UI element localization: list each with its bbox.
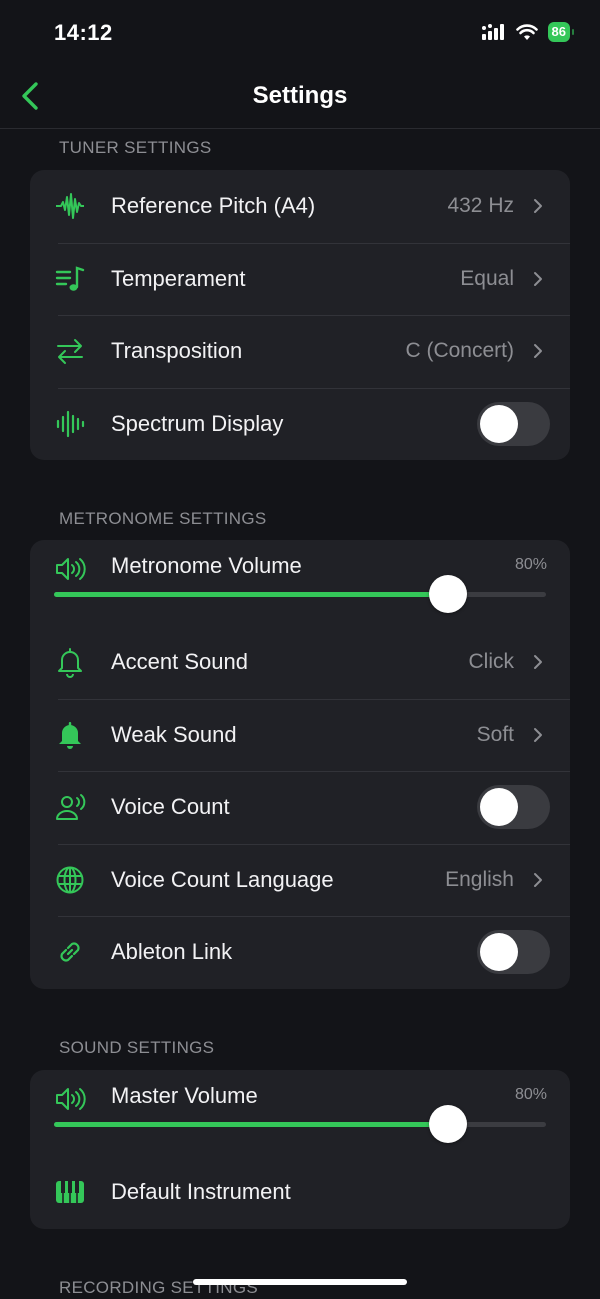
voice-count-language-label: Voice Count Language [111, 866, 334, 892]
spectrum-display-label: Spectrum Display [111, 410, 284, 436]
temperament-label: Temperament [111, 265, 246, 291]
person-speaking-icon [56, 794, 86, 821]
ableton-link-label: Ableton Link [111, 939, 233, 965]
temperament-value: Equal [460, 266, 514, 290]
master-volume-label: Master Volume [111, 1083, 258, 1108]
spectrum-display-row: Spectrum Display [30, 387, 570, 461]
voice-count-label: Voice Count [111, 794, 230, 820]
accent-sound-label: Accent Sound [111, 649, 248, 675]
link-icon [60, 942, 80, 962]
status-time: 14:12 [54, 20, 113, 45]
reference-pitch-value: 432 Hz [447, 194, 514, 218]
transposition-value: C (Concert) [405, 339, 514, 363]
slider-fill [54, 592, 448, 597]
page-title: Settings [252, 82, 348, 109]
bell-filled-icon [59, 721, 81, 749]
status-icons: 86 [481, 22, 575, 42]
cellular-signal-icon [481, 24, 504, 40]
toggle-knob [480, 404, 518, 443]
default-instrument-label: Default Instrument [111, 1179, 291, 1205]
bell-outline-icon [58, 648, 82, 679]
status-bar: 14:12 86 [0, 0, 600, 66]
master-volume-row: Master Volume 80% [30, 1070, 570, 1156]
default-instrument-row[interactable]: Default Instrument [30, 1156, 570, 1229]
slider-fill [54, 1122, 448, 1127]
temperament-row[interactable]: Temperament Equal [30, 242, 570, 316]
voice-count-toggle[interactable] [477, 785, 550, 830]
metronome-volume-label: Metronome Volume [111, 553, 302, 578]
waveform-icon [56, 193, 84, 220]
spectrum-display-toggle[interactable] [477, 401, 550, 446]
chevron-right-icon [534, 199, 542, 214]
section-header-metronome: METRONOME SETTINGS [59, 509, 267, 528]
accent-sound-value: Click [468, 650, 515, 674]
weak-sound-label: Weak Sound [111, 721, 237, 747]
spectrum-bars-icon [56, 410, 85, 437]
ableton-link-toggle[interactable] [477, 930, 550, 975]
wifi-icon [515, 23, 538, 40]
chevron-right-icon [534, 271, 542, 286]
voice-count-language-row[interactable]: Voice Count Language English [30, 843, 570, 917]
master-volume-value: 80% [514, 1086, 547, 1103]
master-volume-slider[interactable] [54, 1105, 546, 1143]
ableton-link-row: Ableton Link [30, 916, 570, 989]
weak-sound-row[interactable]: Weak Sound Soft [30, 698, 570, 772]
music-list-icon [55, 266, 85, 291]
chevron-right-icon [534, 727, 542, 742]
home-indicator[interactable] [193, 1279, 407, 1285]
accent-sound-row[interactable]: Accent Sound Click [30, 626, 570, 699]
transposition-row[interactable]: Transposition C (Concert) [30, 315, 570, 388]
speaker-volume-icon [56, 1088, 86, 1110]
metronome-volume-row: Metronome Volume 80% [30, 540, 570, 626]
chevron-right-icon [534, 655, 542, 670]
piano-keys-icon [56, 1181, 84, 1204]
voice-count-row: Voice Count [30, 771, 570, 844]
section-header-tuner: TUNER SETTINGS [59, 138, 212, 157]
globe-icon [56, 866, 84, 894]
section-header-sound: SOUND SETTINGS [59, 1038, 215, 1057]
toggle-knob [480, 933, 518, 972]
chevron-right-icon [534, 872, 542, 887]
reference-pitch-row[interactable]: Reference Pitch (A4) 432 Hz [30, 170, 570, 243]
toggle-knob [480, 788, 518, 827]
navigation-bar: Settings [0, 66, 600, 129]
reference-pitch-label: Reference Pitch (A4) [111, 193, 316, 219]
weak-sound-value: Soft [476, 722, 514, 746]
chevron-right-icon [534, 344, 542, 359]
sound-settings-card: Master Volume 80% Default Instrument [30, 1070, 570, 1229]
metronome-volume-slider[interactable] [54, 575, 546, 613]
metronome-settings-card: Metronome Volume 80% Accent Sound Click … [30, 540, 570, 989]
transposition-label: Transposition [111, 338, 243, 364]
slider-thumb[interactable] [428, 575, 467, 613]
tuner-settings-card: Reference Pitch (A4) 432 Hz Temperament … [30, 170, 570, 460]
arrows-left-right-icon [57, 339, 83, 365]
speaker-volume-icon [56, 558, 86, 580]
slider-thumb[interactable] [428, 1105, 467, 1143]
battery-indicator: 86 [547, 22, 575, 42]
voice-count-language-value: English [445, 867, 514, 891]
metronome-volume-value: 80% [514, 556, 547, 573]
